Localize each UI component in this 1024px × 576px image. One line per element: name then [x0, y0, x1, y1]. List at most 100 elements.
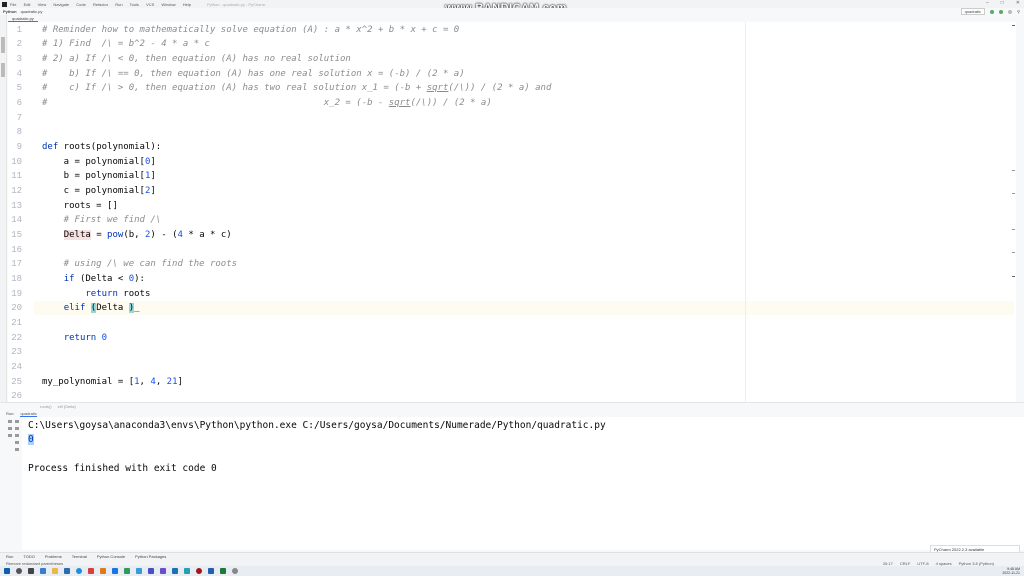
code-editor[interactable]: 1 2 3 4 5 6 7 8 9 10 11 12 13 14 15 16 1…: [8, 22, 1016, 402]
system-clock[interactable]: 9:48 AM 2022-11-21: [1002, 567, 1020, 575]
clock-date: 2022-11-21: [1002, 571, 1020, 575]
app-icon[interactable]: [160, 568, 166, 574]
app-icon[interactable]: [208, 568, 214, 574]
code-text: my_polynomial = [: [42, 377, 135, 387]
breadcrumb-file[interactable]: quadratic.py: [21, 9, 43, 14]
line-number: 14: [11, 215, 22, 225]
settings-icon[interactable]: [15, 420, 19, 423]
error-stripe-marker[interactable]: [1012, 229, 1015, 230]
search-icon[interactable]: [16, 568, 22, 574]
menu-view[interactable]: View: [38, 2, 47, 7]
file-encoding[interactable]: UTF-8: [917, 561, 928, 566]
menu-vcs[interactable]: VCS: [146, 2, 154, 7]
line-number: 11: [11, 171, 22, 181]
tool-problems[interactable]: Problems: [45, 554, 62, 559]
settings-icon[interactable]: [232, 568, 238, 574]
app-icon[interactable]: [196, 568, 202, 574]
run-icon[interactable]: [990, 9, 995, 14]
menu-code[interactable]: Code: [76, 2, 86, 7]
app-icon[interactable]: [100, 568, 106, 574]
pin-tab-icon[interactable]: [8, 434, 12, 437]
tool-todo[interactable]: TODO: [23, 554, 34, 559]
interpreter-selector[interactable]: Python 3.8 (Python): [959, 561, 994, 566]
soft-wrap-icon[interactable]: [15, 427, 19, 430]
rerun-icon[interactable]: [8, 420, 12, 423]
line-number: 9: [16, 142, 22, 152]
code-text: (/\)) / (2 * a) and: [448, 83, 552, 93]
file-explorer-icon[interactable]: [52, 568, 58, 574]
close-icon[interactable]: ✕: [1016, 0, 1020, 6]
structure-tool-tab[interactable]: [1, 63, 5, 77]
tool-run[interactable]: Run: [6, 554, 13, 559]
maximize-icon[interactable]: □: [1001, 0, 1004, 6]
indent-setting[interactable]: 4 spaces: [936, 561, 952, 566]
task-view-icon[interactable]: [28, 568, 34, 574]
menu-run[interactable]: Run: [115, 2, 122, 7]
clear-all-icon[interactable]: [15, 448, 19, 451]
editor-scrollbar[interactable]: [1010, 22, 1016, 402]
console-command: C:\Users\goysa\anaconda3\envs\Python\pyt…: [28, 420, 606, 431]
browser-icon[interactable]: [76, 568, 82, 574]
bottom-tool-window-bar: Run TODO Problems Terminal Python Consol…: [0, 552, 1024, 560]
app-icon[interactable]: [124, 568, 130, 574]
code-line-9: def roots(polynomial):: [42, 140, 161, 154]
line-separator[interactable]: CRLF: [900, 561, 910, 566]
error-stripe-marker[interactable]: [1012, 276, 1015, 277]
menu-navigate[interactable]: Navigate: [53, 2, 69, 7]
app-icon[interactable]: [172, 568, 178, 574]
menu-refactor[interactable]: Refactor: [93, 2, 108, 7]
app-icon[interactable]: [40, 568, 46, 574]
app-icon[interactable]: [88, 568, 94, 574]
error-stripe-marker[interactable]: [1012, 252, 1015, 253]
menu-help[interactable]: Help: [183, 2, 191, 7]
project-tool-tab[interactable]: [1, 37, 5, 53]
breadcrumb-project[interactable]: Python: [3, 9, 17, 14]
menu-file[interactable]: File: [10, 2, 16, 7]
start-icon[interactable]: [4, 568, 10, 574]
main-menu: File Edit View Navigate Code Refactor Ru…: [10, 2, 197, 7]
debug-icon[interactable]: [999, 9, 1004, 14]
run-tab-quadratic[interactable]: quadratic: [20, 411, 37, 417]
stop-icon[interactable]: [8, 427, 12, 430]
code-text: ):: [134, 274, 145, 284]
code-line-18: if (Delta < 0):: [42, 272, 145, 286]
run-config-select[interactable]: quadratic: [960, 8, 986, 15]
menu-edit[interactable]: Edit: [24, 2, 31, 7]
builtin: pow: [107, 230, 124, 240]
tool-python-console[interactable]: Python Console: [97, 554, 125, 559]
app-icon[interactable]: [148, 568, 154, 574]
code-line-15: Delta = pow(b, 2) - (4 * a * c): [42, 228, 232, 242]
scroll-to-end-icon[interactable]: [15, 434, 19, 437]
code-line-17: # using /\ we can find the roots: [42, 259, 238, 269]
tool-terminal[interactable]: Terminal: [72, 554, 87, 559]
breadcrumb-function[interactable]: roots(): [40, 404, 52, 409]
menu-window[interactable]: Window: [161, 2, 175, 7]
code-line-19: return roots: [42, 287, 150, 301]
error-stripe-marker[interactable]: [1012, 193, 1015, 194]
app-icon[interactable]: [136, 568, 142, 574]
console-output: 0: [28, 434, 34, 445]
stop-icon[interactable]: [1008, 9, 1013, 14]
line-number: 21: [11, 318, 22, 328]
keyword: if: [63, 274, 75, 284]
caret-position[interactable]: 20:17: [883, 561, 893, 566]
app-icon[interactable]: [64, 568, 70, 574]
inspection-marker[interactable]: [1012, 25, 1015, 26]
code-line-14: # First we find /\: [42, 215, 162, 225]
pycharm-taskbar-icon[interactable]: [220, 568, 226, 574]
menu-tools[interactable]: Tools: [130, 2, 139, 7]
search-icon[interactable]: ⚲: [1017, 9, 1020, 14]
app-icon[interactable]: [184, 568, 190, 574]
breadcrumb-statement[interactable]: elif (Delta): [58, 404, 76, 409]
minimize-icon[interactable]: –: [986, 0, 989, 6]
line-number: 26: [11, 391, 22, 401]
error-stripe-marker[interactable]: [1012, 170, 1015, 171]
tool-python-packages[interactable]: Python Packages: [135, 554, 166, 559]
code-text: sqrt: [388, 98, 411, 108]
line-number: 24: [11, 362, 22, 372]
code-text: a = polynomial[: [42, 157, 145, 167]
current-line-highlight: [34, 301, 1014, 315]
mail-icon[interactable]: [112, 568, 118, 574]
print-icon[interactable]: [15, 441, 19, 444]
